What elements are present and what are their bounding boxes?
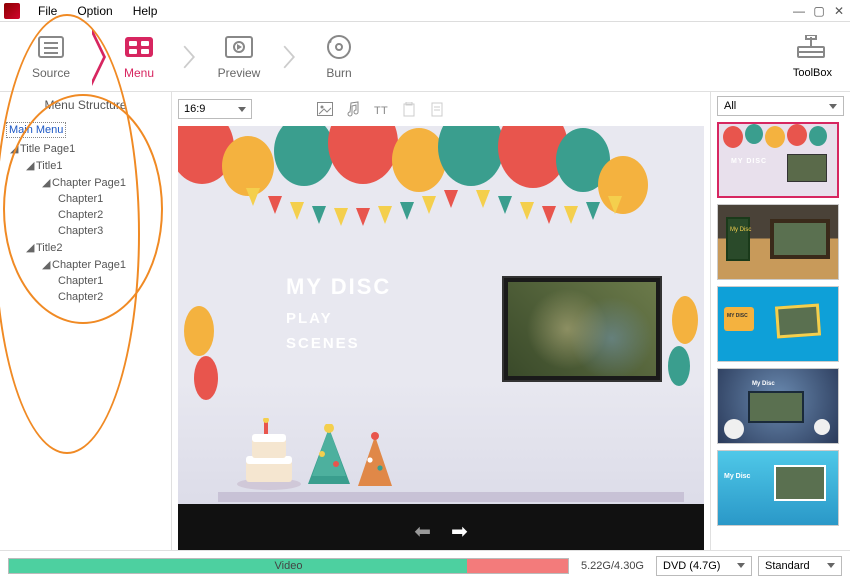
template-thumb-5[interactable]: My Disc [717, 450, 839, 526]
size-text: 5.22G/4.30G [575, 560, 650, 572]
tree-chapter1b[interactable]: Chapter1 [4, 273, 165, 289]
nav-next-button[interactable]: ➡ [451, 519, 468, 544]
quality-value: Standard [765, 560, 810, 572]
clipboard-tool-button [400, 100, 418, 118]
menu-help[interactable]: Help [123, 4, 168, 18]
toolbox-icon [796, 35, 828, 61]
minimize-button[interactable]: — [792, 4, 806, 18]
video-thumbnail [508, 282, 656, 376]
caret-down-icon [238, 107, 246, 112]
aspect-ratio-value: 16:9 [184, 103, 205, 115]
tree-title2[interactable]: ◢Title2 [4, 239, 165, 256]
template-thumb-3[interactable]: MY DISC [717, 286, 839, 362]
text-tool-button[interactable]: TT [372, 100, 390, 118]
sidebar-title: Menu Structure [0, 92, 171, 118]
menu-file[interactable]: File [28, 4, 67, 18]
svg-text:T: T [381, 105, 388, 116]
scene-background: MY DISC PLAY SCENES [178, 126, 704, 550]
menu-option[interactable]: Option [67, 4, 122, 18]
tree-chapter-page1[interactable]: ◢Chapter Page1 [4, 174, 165, 191]
toolbox-label: ToolBox [793, 67, 832, 79]
tree-title-page1[interactable]: ◢Title Page1 [4, 140, 165, 157]
center-toolbar: 16:9 TT [178, 96, 704, 122]
menu-play-text: PLAY [286, 310, 391, 327]
app-icon [4, 3, 20, 19]
document-tool-button [428, 100, 446, 118]
chevron-icon [180, 27, 198, 87]
menu-scenes-text: SCENES [286, 335, 391, 352]
titlebar: File Option Help — ▢ ✕ [0, 0, 850, 22]
menu-preview[interactable]: MY DISC PLAY SCENES [178, 126, 704, 550]
center-panel: 16:9 TT [172, 92, 710, 550]
image-tool-button[interactable] [316, 100, 334, 118]
tab-preview[interactable]: Preview [198, 34, 280, 80]
template-thumb-4[interactable]: My Disc [717, 368, 839, 444]
tab-preview-label: Preview [198, 66, 280, 80]
tab-source-label: Source [10, 66, 92, 80]
menu-text-block: MY DISC PLAY SCENES [286, 274, 391, 352]
tree-title1[interactable]: ◢Title1 [4, 157, 165, 174]
disc-type-value: DVD (4.7G) [663, 560, 720, 572]
status-bar: Video 5.22G/4.30G DVD (4.7G) Standard [0, 550, 850, 580]
process-tabs: Source Menu Preview Burn ToolBox [0, 22, 850, 92]
music-tool-button[interactable] [344, 100, 362, 118]
tree-chapter-page1b[interactable]: ◢Chapter Page1 [4, 256, 165, 273]
menu-tree: Main Menu ◢Title Page1 ◢Title1 ◢Chapter … [0, 118, 171, 307]
template-filter-value: All [724, 100, 736, 112]
aspect-ratio-select[interactable]: 16:9 [178, 99, 252, 119]
tab-menu-label: Menu [98, 66, 180, 80]
svg-text:T: T [374, 105, 381, 116]
menu-icon [123, 34, 155, 60]
toolbox-button[interactable]: ToolBox [793, 35, 832, 79]
tab-source[interactable]: Source [10, 34, 92, 80]
video-thumbnail-frame[interactable] [502, 276, 662, 382]
tab-burn-label: Burn [298, 66, 380, 80]
tab-menu[interactable]: Menu [98, 34, 180, 80]
menu-title-text: MY DISC [286, 274, 391, 300]
main-area: Menu Structure Main Menu ◢Title Page1 ◢T… [0, 92, 850, 550]
tree-chapter3[interactable]: Chapter3 [4, 223, 165, 239]
source-icon [35, 34, 67, 60]
menu-nav-arrows: ⬅ ➡ [414, 519, 468, 544]
window-controls: — ▢ ✕ [792, 4, 846, 18]
maximize-button[interactable]: ▢ [812, 4, 826, 18]
disc-type-select[interactable]: DVD (4.7G) [656, 556, 752, 576]
template-thumb-2[interactable]: My Disc [717, 204, 839, 280]
edit-toolbar: TT [316, 100, 446, 118]
burn-icon [323, 34, 355, 60]
tree-chapter2b[interactable]: Chapter2 [4, 289, 165, 305]
quality-select[interactable]: Standard [758, 556, 842, 576]
caret-down-icon [827, 563, 835, 568]
template-panel: All MY DISC My Disc [710, 92, 850, 550]
close-button[interactable]: ✕ [832, 4, 846, 18]
template-list: MY DISC My Disc MY DISC My Disc [717, 122, 844, 546]
sidebar: Menu Structure Main Menu ◢Title Page1 ◢T… [0, 92, 172, 550]
tree-chapter2[interactable]: Chapter2 [4, 207, 165, 223]
disc-usage-bar: Video [8, 558, 569, 574]
nav-prev-button[interactable]: ⬅ [414, 519, 431, 544]
progress-label: Video [275, 559, 303, 573]
tree-main-menu[interactable]: Main Menu [4, 120, 165, 140]
chevron-icon [280, 27, 298, 87]
template-thumb-1[interactable]: MY DISC [717, 122, 839, 198]
template-filter-select[interactable]: All [717, 96, 844, 116]
preview-icon [223, 34, 255, 60]
tab-burn[interactable]: Burn [298, 34, 380, 80]
caret-down-icon [737, 563, 745, 568]
caret-down-icon [829, 104, 837, 109]
tree-chapter1[interactable]: Chapter1 [4, 191, 165, 207]
